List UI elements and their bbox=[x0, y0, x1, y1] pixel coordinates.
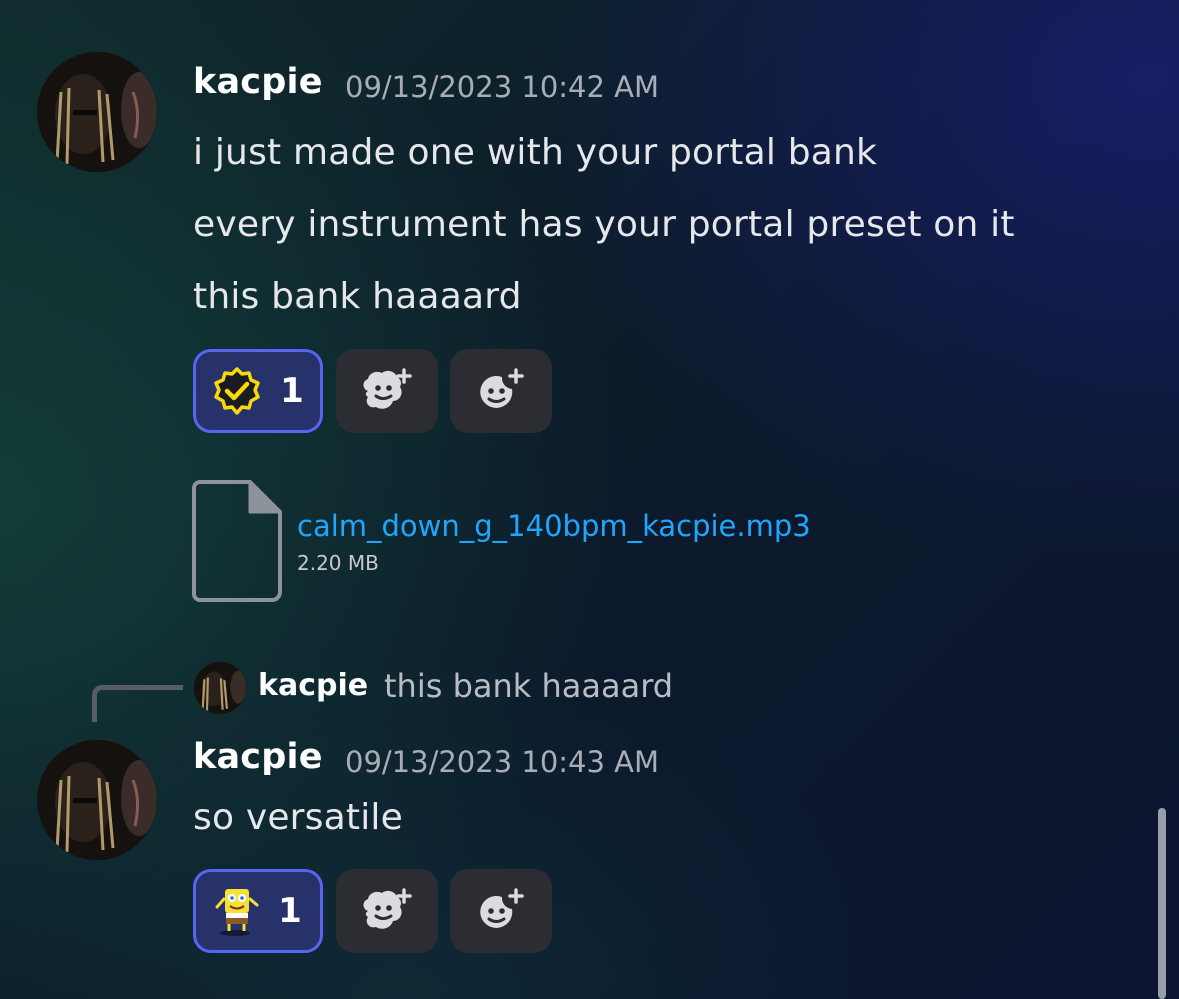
username[interactable]: kacpie bbox=[193, 62, 323, 102]
add-reaction-icon bbox=[476, 367, 526, 415]
message-line: i just made one with your portal bank bbox=[193, 132, 878, 173]
file-icon bbox=[192, 480, 284, 602]
add-reaction-button[interactable] bbox=[450, 869, 552, 953]
reaction-count: 1 bbox=[280, 371, 304, 411]
reply-preview-text[interactable]: this bank haaaard bbox=[384, 667, 673, 705]
spongebob-emoji bbox=[214, 885, 260, 937]
reaction-spongebob[interactable]: 1 bbox=[193, 869, 323, 953]
timestamp: 09/13/2023 10:43 AM bbox=[345, 745, 660, 779]
avatar[interactable] bbox=[37, 740, 157, 860]
add-reaction-icon bbox=[476, 887, 526, 935]
add-super-reaction-button[interactable] bbox=[336, 349, 438, 433]
reply-connector bbox=[92, 685, 183, 722]
timestamp: 09/13/2023 10:42 AM bbox=[345, 70, 660, 104]
add-super-reaction-button[interactable] bbox=[336, 869, 438, 953]
reply-avatar[interactable] bbox=[194, 662, 246, 714]
avatar[interactable] bbox=[37, 52, 157, 172]
reply-username[interactable]: kacpie bbox=[258, 668, 368, 703]
add-super-reaction-icon bbox=[360, 887, 414, 935]
reaction-count: 1 bbox=[278, 891, 302, 931]
attachment-link[interactable]: calm_down_g_140bpm_kacpie.mp3 bbox=[297, 509, 811, 543]
avatar-image bbox=[37, 52, 157, 172]
reaction-verified[interactable]: 1 bbox=[193, 349, 323, 433]
add-super-reaction-icon bbox=[360, 367, 414, 415]
add-reaction-button[interactable] bbox=[450, 349, 552, 433]
reply-avatar-image bbox=[194, 662, 246, 714]
attachment-size: 2.20 MB bbox=[297, 551, 379, 575]
message-line: every instrument has your portal preset … bbox=[193, 204, 1015, 245]
avatar-image bbox=[37, 740, 157, 860]
message-line: so versatile bbox=[193, 797, 403, 838]
scrollbar-thumb[interactable] bbox=[1158, 808, 1166, 999]
verified-check-emoji bbox=[212, 366, 262, 416]
username[interactable]: kacpie bbox=[193, 737, 323, 777]
message-line: this bank haaaard bbox=[193, 276, 522, 317]
